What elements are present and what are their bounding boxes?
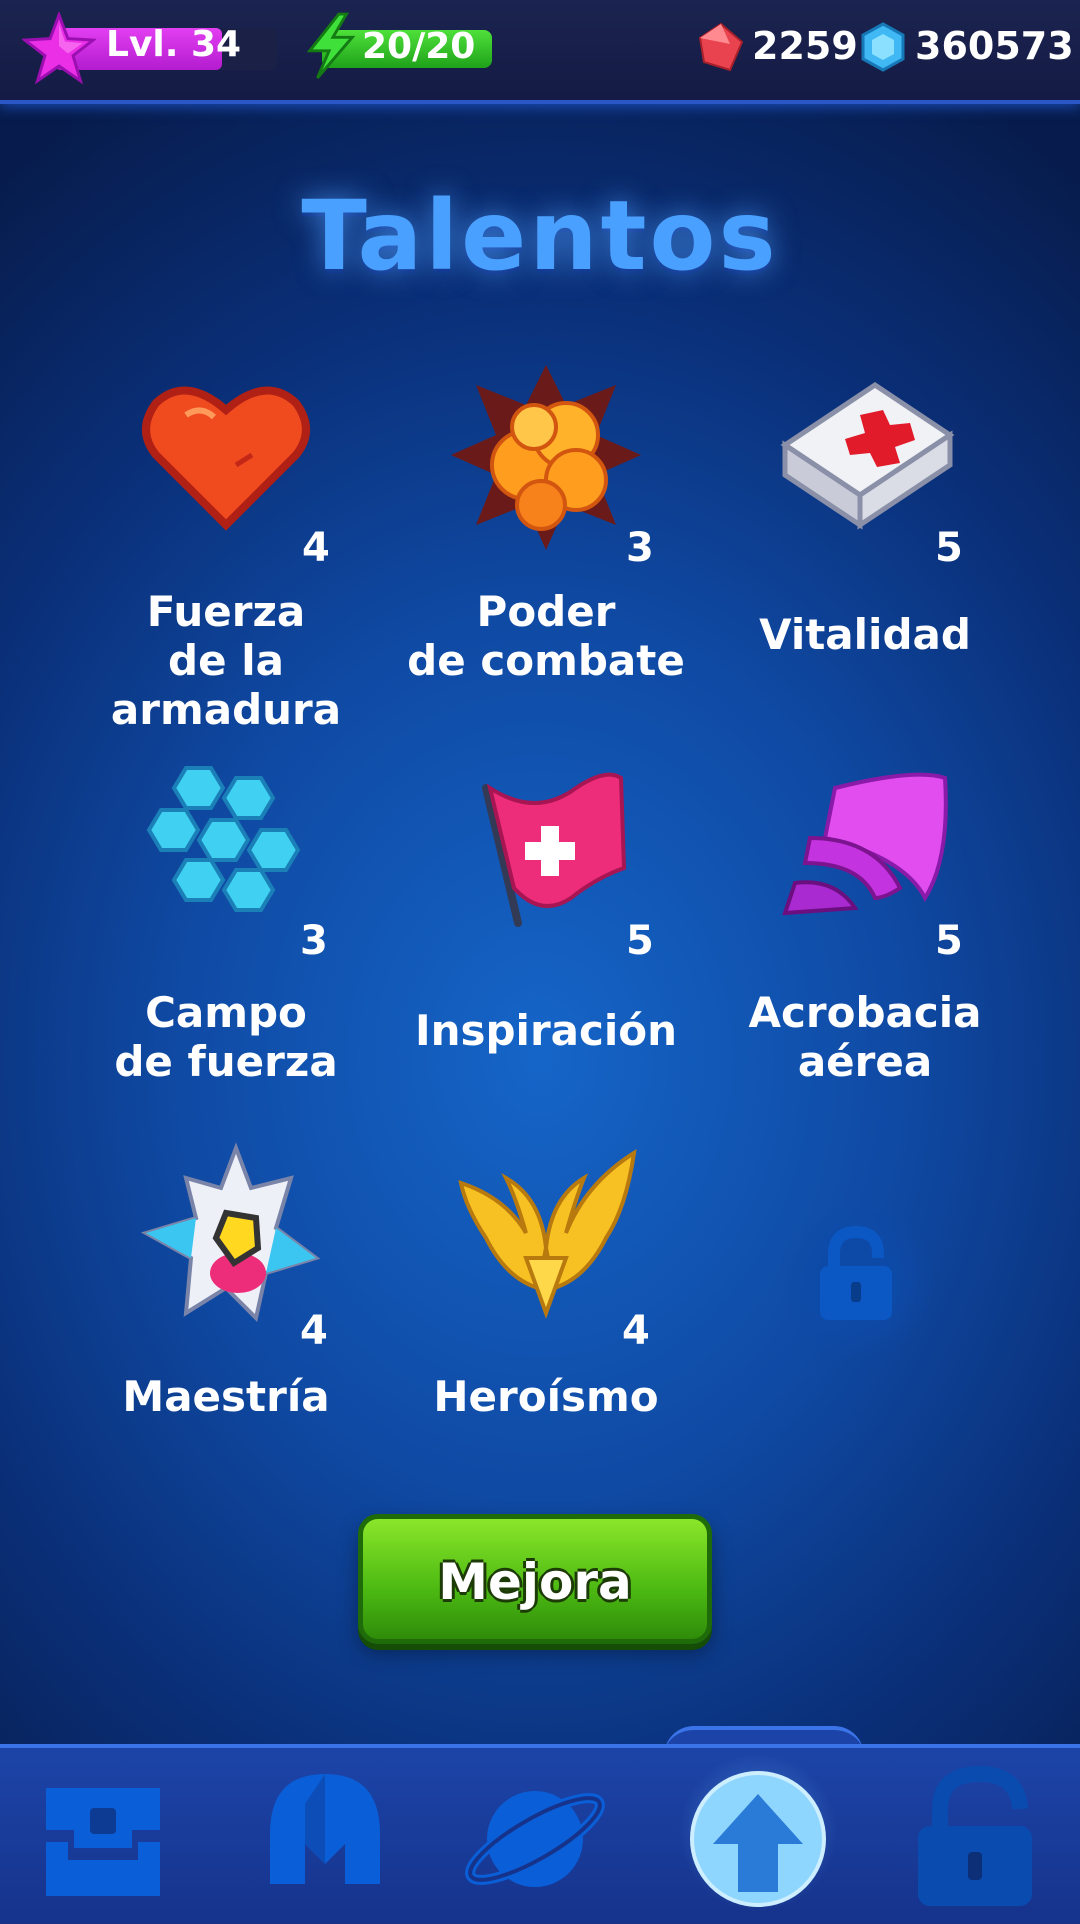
talent-name: Inspiración: [414, 1006, 678, 1055]
talent-name: Poder de combate: [407, 587, 685, 685]
chest-icon: [46, 1788, 160, 1896]
talent-level: 5: [935, 525, 963, 571]
talent-name: Fuerza de la armadura: [110, 587, 342, 734]
heart-icon: [142, 386, 310, 531]
level-label: Lvl. 34: [106, 24, 242, 65]
helmet-icon: [270, 1774, 380, 1884]
energy-label: 20/20: [362, 26, 476, 67]
upgrade-button-label: Mejora: [438, 1553, 632, 1611]
talent-level: 5: [935, 918, 963, 964]
talent-level: 4: [300, 1308, 328, 1354]
talent-level: 3: [626, 525, 654, 571]
talent-level: 3: [300, 918, 328, 964]
talent-card[interactable]: 5 Inspiración: [376, 748, 716, 1108]
nav-tab-helmet[interactable]: [250, 1764, 400, 1914]
talent-name: Vitalidad: [759, 610, 971, 659]
talent-name: Heroísmo: [433, 1372, 659, 1421]
talent-name: Campo de fuerza: [114, 988, 338, 1086]
talent-level: 4: [302, 525, 330, 571]
golden-wings-icon: [458, 1149, 637, 1319]
medic-flag-icon: [482, 772, 627, 927]
padlock-icon: [820, 1225, 892, 1320]
nav-tab-planet[interactable]: [460, 1764, 610, 1914]
star-icon: [22, 12, 96, 85]
planet-icon: [465, 1791, 605, 1887]
top-hud: Lvl. 34 20/20 2259 360573: [0, 0, 1080, 104]
lightning-icon: [306, 12, 356, 79]
locked-talent-slot: [776, 1200, 936, 1360]
spaceship-icon: [140, 1142, 321, 1322]
talent-level: 5: [626, 918, 654, 964]
hexagon-shield-icon: [146, 766, 301, 912]
crystal-icon[interactable]: [858, 22, 908, 72]
crystal-count: 360573: [915, 24, 1074, 68]
explosion-icon: [451, 365, 641, 550]
page-title: Talentos: [301, 180, 779, 292]
talent-card[interactable]: 4 Maestría: [56, 1138, 396, 1498]
nav-tab-locked: [900, 1764, 1050, 1914]
talent-card[interactable]: 3 Poder de combate: [376, 355, 716, 715]
upgrade-button[interactable]: Mejora: [358, 1514, 712, 1644]
talent-card[interactable]: 3 Campo de fuerza: [56, 748, 396, 1108]
talent-card[interactable]: 4 Fuerza de la armadura: [56, 355, 396, 734]
nav-tab-chest[interactable]: [28, 1764, 178, 1914]
talent-name: Maestría: [122, 1372, 330, 1421]
ruby-count: 2259: [752, 24, 858, 68]
talent-level: 4: [622, 1308, 650, 1354]
upgrade-arrow-icon: [690, 1771, 826, 1907]
talent-card[interactable]: 5 Acrobacia aérea: [695, 748, 1035, 1108]
padlock-icon: [918, 1765, 1032, 1906]
ruby-icon[interactable]: [696, 22, 746, 72]
nav-tab-upgrade[interactable]: [683, 1764, 833, 1914]
talent-name: Acrobacia aérea: [748, 988, 982, 1086]
talent-card[interactable]: 5 Vitalidad: [695, 355, 1035, 715]
talent-card[interactable]: 4 Heroísmo: [376, 1138, 716, 1498]
